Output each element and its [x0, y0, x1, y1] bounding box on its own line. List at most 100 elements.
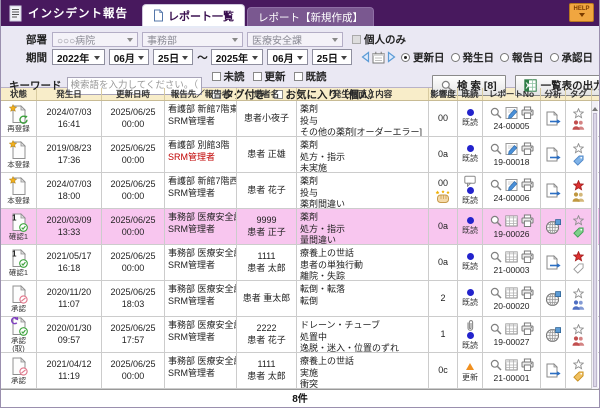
printer-icon[interactable]: [521, 250, 534, 264]
report-destination: 看護部 新館7階西: [168, 176, 237, 186]
magnifier-icon[interactable]: [490, 143, 502, 155]
checkbox-status-1[interactable]: 更新: [252, 69, 286, 84]
record-count: 8件: [292, 393, 308, 405]
edit-report-icon[interactable]: [505, 106, 518, 120]
report-table-icon[interactable]: [504, 322, 518, 336]
export-report-icon[interactable]: [545, 363, 561, 378]
table-row[interactable]: 1 確認1 2020/03/09 13:33 2025/06/25 00:00 事務部 医療…: [1, 209, 599, 245]
patient-cell: 1111 患者 太郎: [237, 353, 297, 388]
from-year-select[interactable]: 2022年: [52, 49, 105, 65]
state-cell: 1 確認1: [1, 245, 37, 280]
tab-report-new[interactable]: レポート【新規作成】: [247, 7, 374, 26]
to-year-select[interactable]: 2025年: [210, 49, 264, 65]
printer-icon[interactable]: [521, 322, 534, 336]
web-analysis-icon[interactable]: [545, 290, 561, 307]
radio-approved-label: 承認日: [561, 51, 594, 64]
export-report-icon[interactable]: [545, 183, 561, 198]
printer-icon[interactable]: [521, 358, 534, 372]
favorite-star-icon[interactable]: [573, 215, 584, 226]
edit-report-icon[interactable]: [505, 178, 518, 192]
next-period-icon[interactable]: [386, 51, 397, 63]
report-table-icon[interactable]: [504, 250, 518, 264]
printer-icon[interactable]: [521, 178, 534, 192]
updated-date-cell: 2025/06/25 17:57: [102, 317, 165, 352]
division-select[interactable]: 事務部: [142, 32, 243, 47]
to-day-select[interactable]: 25日: [311, 49, 352, 65]
scrollbar-thumb[interactable]: [593, 113, 597, 387]
radio-updated-date[interactable]: 更新日: [401, 50, 445, 65]
magnifier-icon[interactable]: [490, 323, 502, 335]
favorite-star-icon[interactable]: [573, 143, 584, 154]
reporter-cell: 事務部 医療安全課 SRM管理者: [165, 245, 237, 280]
occurred-time: 17:36: [57, 154, 81, 165]
impact-cell: 1: [429, 317, 458, 352]
state-document-icon: [9, 356, 28, 376]
chevron-down-icon: [341, 55, 347, 63]
patient-name: 患者 正雄: [247, 148, 286, 159]
report-table-icon[interactable]: [504, 358, 518, 372]
personal-only-checkbox[interactable]: 個人のみ: [352, 32, 406, 47]
tab-report-new-label: レポート【新規作成】: [258, 11, 363, 24]
occurred-date-cell: 2019/08/23 17:36: [37, 137, 102, 172]
favorite-star-icon[interactable]: [573, 179, 584, 191]
table-row[interactable]: 承認 2020/11/20 11:07 2025/06/25 18:03 事務部 医療安全…: [1, 281, 599, 317]
radio-approved-date[interactable]: 承認日: [549, 50, 594, 65]
magnifier-icon[interactable]: [490, 287, 502, 299]
favorite-star-icon[interactable]: [573, 287, 584, 299]
magnifier-icon[interactable]: [490, 215, 502, 227]
content-line: 実施: [300, 367, 319, 378]
report-table-icon[interactable]: [504, 214, 518, 228]
web-analysis-icon[interactable]: [545, 326, 561, 343]
tab-report-list[interactable]: レポート一覧: [142, 4, 245, 26]
favorite-star-icon[interactable]: [573, 251, 584, 262]
magnifier-icon[interactable]: [490, 107, 502, 119]
checkbox-status-2[interactable]: 既読: [293, 69, 327, 84]
table-row[interactable]: 再登録 2024/07/03 16:41 2025/06/25 00:00 看護部 新館7…: [1, 101, 599, 137]
magnifier-icon[interactable]: [490, 359, 502, 371]
updated-date-cell: 2025/06/25 00:00: [102, 137, 165, 172]
favorite-star-icon[interactable]: [573, 107, 584, 119]
tag-cell: [566, 137, 592, 172]
favorite-star-icon[interactable]: [573, 323, 584, 335]
prev-period-icon[interactable]: [360, 51, 371, 63]
from-day-select[interactable]: 25日: [152, 49, 194, 65]
from-month-select[interactable]: 06月: [108, 49, 149, 65]
table-row[interactable]: 承認 2021/04/12 11:19 2025/06/25 00:00 事務部 医療安全…: [1, 353, 599, 389]
printer-icon[interactable]: [521, 106, 534, 120]
magnifier-icon[interactable]: [490, 251, 502, 263]
help-button[interactable]: HELP: [569, 3, 594, 22]
calendar-icon[interactable]: [372, 51, 385, 64]
analysis-cell: [541, 281, 566, 316]
table-row[interactable]: 1 確認1 2021/05/17 16:18 2025/06/25 00:00 事務部 医療…: [1, 245, 599, 281]
favorite-star-icon[interactable]: [573, 359, 584, 370]
tag-white-icon: [573, 263, 584, 274]
tag-cell: [566, 101, 592, 136]
hospital-select[interactable]: ○○○病院: [52, 32, 138, 47]
printer-icon[interactable]: [521, 142, 534, 156]
checkbox-status-0[interactable]: 未読: [211, 69, 245, 84]
occurred-date-cell: 2021/05/17 16:18: [37, 245, 102, 280]
export-report-icon[interactable]: [545, 255, 561, 270]
export-report-icon[interactable]: [545, 147, 561, 162]
section-select[interactable]: 医療安全課: [247, 32, 343, 47]
printer-icon[interactable]: [521, 286, 534, 300]
read-cell: 既読: [458, 101, 483, 136]
scroll-up-icon[interactable]: [592, 104, 598, 111]
vertical-scrollbar[interactable]: [591, 101, 598, 389]
table-row[interactable]: 本登録 2019/08/23 17:36 2025/06/25 00:00 看護部 別館3…: [1, 137, 599, 173]
to-year-value: 2025年: [215, 53, 248, 65]
to-month-select[interactable]: 06月: [267, 49, 308, 65]
occurred-date: 2024/07/03: [46, 179, 92, 189]
export-report-icon[interactable]: [545, 111, 561, 126]
edit-report-icon[interactable]: [505, 142, 518, 156]
table-row[interactable]: 本登録 2024/07/03 18:00 2025/06/25 00:00 看護部 新館7…: [1, 173, 599, 209]
report-table-icon[interactable]: [504, 286, 518, 300]
web-analysis-icon[interactable]: [545, 218, 561, 235]
printer-icon[interactable]: [521, 214, 534, 228]
radio-reported-date[interactable]: 報告日: [500, 50, 544, 65]
radio-occurred-date[interactable]: 発生日: [450, 50, 494, 65]
occurred-time: 18:00: [57, 190, 81, 201]
magnifier-icon[interactable]: [490, 179, 502, 191]
table-row[interactable]: 承認 (取) 2020/01/30 09:57 2025/06/25 17:57 事務部 医…: [1, 317, 599, 353]
state-label: 確認1: [8, 232, 29, 241]
